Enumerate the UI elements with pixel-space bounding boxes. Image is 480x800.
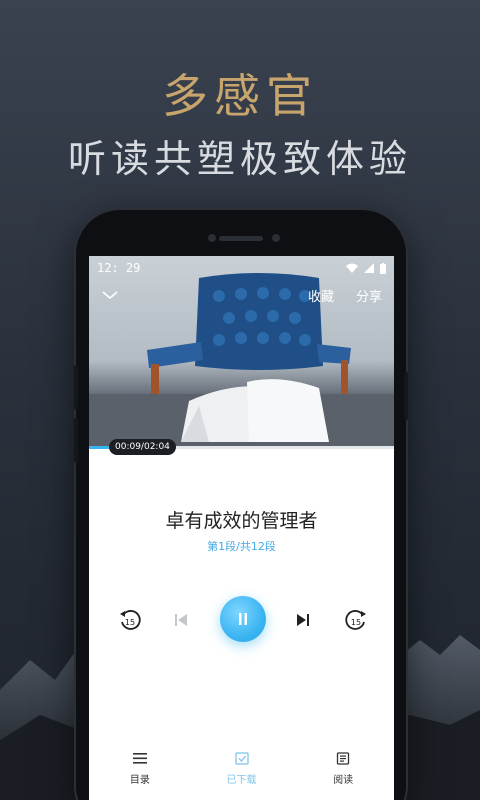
battery-icon (380, 262, 386, 274)
volume-down-button (74, 418, 78, 463)
tab-downloaded[interactable]: 已下载 (191, 730, 293, 800)
tab-read-label: 阅读 (333, 775, 354, 786)
volume-up-button (74, 365, 78, 410)
collapse-chevron-down-icon[interactable] (101, 289, 119, 301)
status-time: 12: 29 (97, 261, 141, 275)
pause-icon (239, 613, 247, 625)
playback-time-badge: 00:09/02:04 (109, 439, 176, 455)
status-bar: 12: 29 (89, 256, 394, 280)
section-indicator: 第1段/共12段 (207, 540, 276, 553)
favorite-button[interactable]: 收藏 (308, 286, 334, 305)
rewind-15-icon: 15 (120, 610, 141, 630)
forward-seconds-label: 15 (351, 618, 361, 627)
rewind-seconds-label: 15 (125, 618, 135, 627)
tab-downloaded-label: 已下载 (226, 775, 257, 786)
promo-subline: 听读共塑极致体验 (67, 137, 412, 181)
book-cover-image: 12: 29 收藏 分享 (89, 256, 394, 446)
power-button (404, 372, 408, 420)
previous-track-button[interactable] (169, 596, 193, 644)
rewind-15-button[interactable]: 15 (115, 596, 145, 644)
book-title: 卓有成效的管理者 (165, 510, 318, 532)
tab-contents-label: 目录 (129, 775, 150, 786)
next-track-button[interactable] (291, 596, 315, 644)
pause-button[interactable] (220, 596, 266, 642)
player-screen: 12: 29 收藏 分享 00:09/02:04 卓有成效的管理者 第1段/共1… (89, 256, 394, 800)
forward-15-button[interactable]: 15 (341, 596, 371, 644)
wifi-icon (346, 263, 358, 273)
book-read-icon (337, 752, 350, 765)
sensor-icon (272, 234, 280, 242)
tab-contents[interactable]: 目录 (89, 730, 191, 800)
list-icon (132, 753, 147, 764)
forward-15-icon: 15 (345, 610, 366, 630)
skip-previous-icon (175, 614, 187, 626)
speaker-grille (219, 236, 263, 241)
bottom-tab-bar: 目录 已下载 阅读 (89, 730, 394, 800)
share-button[interactable]: 分享 (356, 286, 382, 305)
signal-icon (364, 263, 374, 273)
promo-headline: 多感官 (162, 69, 318, 123)
playback-controls: 15 15 (89, 596, 394, 644)
download-check-icon (234, 752, 249, 765)
playback-progress-fill (89, 446, 111, 449)
front-camera-icon (208, 234, 216, 242)
skip-next-icon (297, 614, 309, 626)
player-top-bar: 收藏 分享 (89, 280, 394, 310)
tab-read[interactable]: 阅读 (292, 730, 394, 800)
